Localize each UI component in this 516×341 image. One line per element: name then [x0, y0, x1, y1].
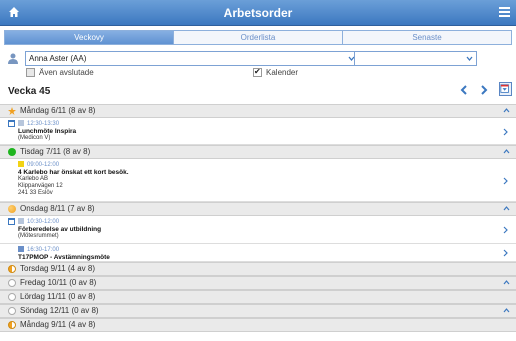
empty-dot-icon [8, 293, 16, 301]
day-label: Fredag 10/11 (0 av 8) [20, 278, 97, 287]
item-title: 4 Karlebo har önskat ett kort besök. [18, 169, 129, 176]
category-square-icon [18, 218, 24, 224]
include-done-option[interactable]: Även avslutade [26, 68, 94, 77]
day-label: Tisdag 7/11 (8 av 8) [20, 147, 91, 156]
secondary-select[interactable] [354, 51, 477, 66]
calendar-checkbox[interactable] [253, 67, 262, 77]
chevron-up-icon[interactable] [503, 206, 510, 211]
item-address: Klippanvägen 12 [18, 183, 63, 189]
day-label: Måndag 6/11 (8 av 8) [20, 106, 96, 115]
chevron-right-icon[interactable] [503, 249, 508, 257]
item-location: (Medicon V) [18, 135, 51, 141]
tab-senaste[interactable]: Senaste [343, 31, 511, 44]
page-title: Arbetsorder [223, 6, 293, 20]
include-done-checkbox[interactable] [26, 68, 35, 77]
item-time: 10:30-12:00 [27, 219, 60, 225]
week-label: Vecka 45 [8, 86, 51, 97]
list-item[interactable]: 09:00-12:00 4 Karlebo har önskat ett kor… [0, 159, 516, 202]
calendar-label: Kalender [266, 68, 299, 77]
item-title: Lunchmöte Inspira [18, 128, 77, 135]
star-icon [8, 107, 16, 115]
item-time: 09:00-12:00 [27, 162, 60, 168]
calendar-event-icon [8, 120, 15, 127]
person-select-value: Anna Aster (AA) [29, 54, 87, 63]
day-label: Söndag 12/11 (0 av 8) [20, 306, 99, 315]
item-time: 16:30-17:00 [27, 247, 60, 253]
day-header[interactable]: Söndag 12/11 (0 av 8) [0, 304, 516, 318]
chevron-right-icon[interactable] [503, 226, 508, 234]
calendar-option[interactable]: Kalender [253, 67, 299, 77]
category-square-icon [18, 120, 24, 126]
app-header: Arbetsorder [0, 0, 516, 26]
day-header[interactable]: Torsdag 9/11 (4 av 8) [0, 262, 516, 276]
chevron-right-icon[interactable] [503, 177, 508, 185]
day-header[interactable]: Tisdag 7/11 (8 av 8) [0, 145, 516, 159]
calendar-icon [500, 84, 509, 93]
list-item[interactable]: 10:30-12:00 Förberedelse av utbildning (… [0, 216, 516, 244]
chevron-down-icon [466, 56, 473, 62]
item-title: Förberedelse av utbildning [18, 226, 102, 233]
half-dot-icon [8, 265, 16, 273]
day-header[interactable]: Måndag 6/11 (8 av 8) [0, 104, 516, 118]
item-time: 12:30-13:30 [27, 121, 60, 127]
chevron-up-icon[interactable] [503, 308, 510, 313]
day-label: Onsdag 8/11 (7 av 8) [20, 204, 95, 213]
empty-dot-icon [8, 307, 16, 315]
tab-orderlista[interactable]: Orderlista [174, 31, 343, 44]
day-label: Lördag 11/11 (0 av 8) [20, 292, 96, 301]
half-dot-icon [8, 321, 16, 329]
calendar-event-icon [8, 218, 15, 225]
day-header[interactable]: Onsdag 8/11 (7 av 8) [0, 202, 516, 216]
day-label: Torsdag 9/11 (4 av 8) [20, 264, 96, 273]
hamburger-menu-icon[interactable] [499, 7, 510, 17]
view-tabs: Veckovy Orderlista Senaste [4, 30, 512, 45]
person-icon [8, 53, 18, 64]
category-square-icon [18, 161, 24, 167]
day-header[interactable]: Måndag 9/11 (4 av 8) [0, 318, 516, 332]
category-square-icon [18, 246, 24, 252]
week-day-list: Måndag 6/11 (8 av 8) 12:30-13:30 Lunchmö… [0, 104, 516, 332]
list-item[interactable]: 12:30-13:30 Lunchmöte Inspira (Medicon V… [0, 118, 516, 145]
chevron-up-icon[interactable] [503, 108, 510, 113]
empty-dot-icon [8, 279, 16, 287]
item-postal: 241 33 Eslöv [18, 190, 53, 196]
next-week-icon[interactable] [478, 84, 490, 96]
calendar-jump-button[interactable] [499, 82, 512, 96]
chevron-up-icon[interactable] [503, 280, 510, 285]
item-customer: Karlebo AB [18, 176, 49, 182]
day-header[interactable]: Fredag 10/11 (0 av 8) [0, 276, 516, 290]
orange-dot-icon [8, 205, 16, 213]
item-location: (Mötesrummet) [18, 233, 59, 239]
day-header[interactable]: Lördag 11/11 (0 av 8) [0, 290, 516, 304]
list-item[interactable]: 16:30-17:00 T17PMOP - Avstämningsmöte [0, 244, 516, 262]
chevron-up-icon[interactable] [503, 149, 510, 154]
green-dot-icon [8, 148, 16, 156]
previous-week-icon[interactable] [458, 84, 470, 96]
item-title: T17PMOP - Avstämningsmöte [18, 254, 110, 261]
day-label: Måndag 9/11 (4 av 8) [20, 320, 96, 329]
chevron-right-icon[interactable] [503, 128, 508, 136]
include-done-label: Även avslutade [39, 68, 94, 77]
person-select[interactable]: Anna Aster (AA) [25, 51, 359, 66]
tab-veckovy[interactable]: Veckovy [5, 31, 174, 44]
